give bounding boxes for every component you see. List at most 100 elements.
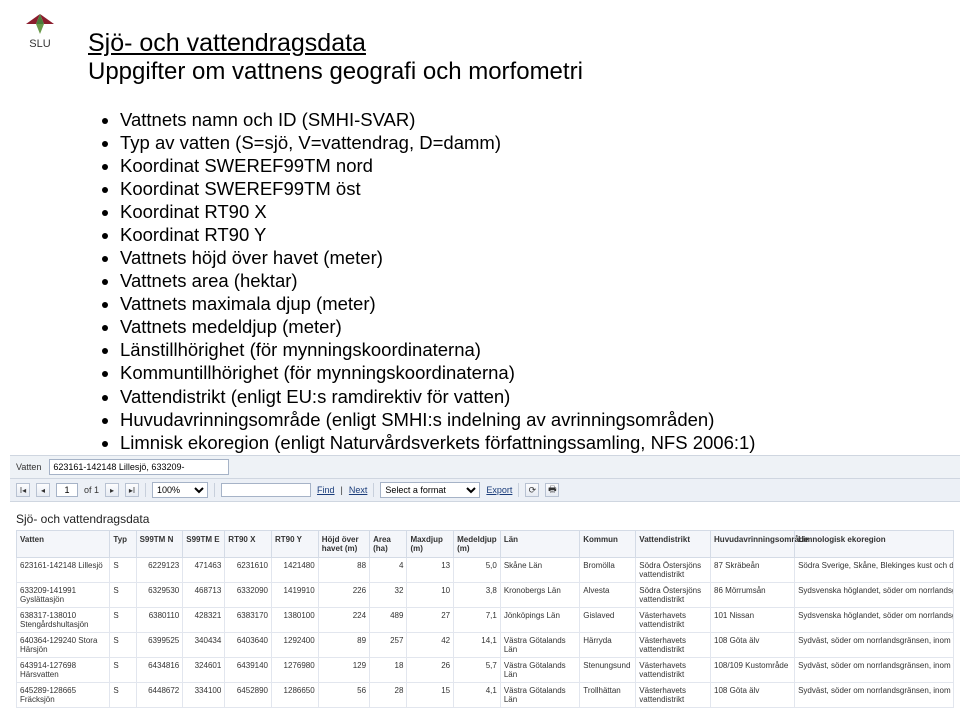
first-page-button[interactable]: I◂ — [16, 483, 30, 497]
table-cell: 86 Mörrumsån — [711, 583, 795, 608]
find-separator: | — [341, 485, 343, 495]
table-cell: 56 — [318, 683, 369, 708]
table-cell: 18 — [370, 658, 407, 683]
export-link[interactable]: Export — [486, 485, 512, 495]
table-cell: 89 — [318, 633, 369, 658]
filter-input[interactable] — [49, 459, 229, 475]
column-header: Vattendistrikt — [636, 531, 711, 558]
column-header: Maxdjup (m) — [407, 531, 454, 558]
column-header: Kommun — [580, 531, 636, 558]
table-cell: Kronobergs Län — [500, 583, 579, 608]
bullet-item: Kommuntillhörighet (för mynningskoordina… — [120, 362, 940, 385]
table-cell: 4 — [370, 558, 407, 583]
table-cell: 6231610 — [225, 558, 272, 583]
table-cell: S — [110, 633, 136, 658]
table-cell: 13 — [407, 558, 454, 583]
find-input[interactable] — [221, 483, 311, 497]
table-cell: 1421480 — [272, 558, 319, 583]
bullet-item: Koordinat RT90 X — [120, 201, 940, 224]
zoom-select[interactable]: 100% — [152, 482, 208, 498]
column-header: Län — [500, 531, 579, 558]
table-cell: 638317-138010 Stengårdshultasjön — [17, 608, 110, 633]
table-cell: 88 — [318, 558, 369, 583]
table-cell: 643914-127698 Härsvatten — [17, 658, 110, 683]
table-cell: Västra Götalands Län — [500, 633, 579, 658]
next-link[interactable]: Next — [349, 485, 368, 495]
table-cell: 6439140 — [225, 658, 272, 683]
column-header: Area (ha) — [370, 531, 407, 558]
table-cell: 101 Nissan — [711, 608, 795, 633]
table-cell: 87 Skräbeån — [711, 558, 795, 583]
table-cell: Västra Götalands Län — [500, 658, 579, 683]
table-cell: Västra Götalands Län — [500, 683, 579, 708]
table-cell: S — [110, 583, 136, 608]
table-cell: 32 — [370, 583, 407, 608]
table-cell: 324601 — [183, 658, 225, 683]
bullet-item: Koordinat RT90 Y — [120, 224, 940, 247]
page-subtitle: Uppgifter om vattnens geografi och morfo… — [88, 58, 940, 87]
table-cell: 6452890 — [225, 683, 272, 708]
table-cell: Alvesta — [580, 583, 636, 608]
column-header: Vatten — [17, 531, 110, 558]
table-cell: 3,8 — [454, 583, 501, 608]
bullet-item: Vattnets medeldjup (meter) — [120, 316, 940, 339]
refresh-icon[interactable]: ⟳ — [525, 483, 539, 497]
table-cell: 1419910 — [272, 583, 319, 608]
print-icon[interactable]: 🖶 — [545, 483, 559, 497]
report-toolbar: I◂ ◂ of 1 ▸ ▸I 100% Find | Next Select a… — [10, 479, 960, 502]
table-cell: 108 Göta älv — [711, 633, 795, 658]
table-cell: Jönköpings Län — [500, 608, 579, 633]
table-cell: Stenungsund — [580, 658, 636, 683]
bullet-list: Vattnets namn och ID (SMHI-SVAR)Typ av v… — [88, 109, 940, 454]
table-cell: 6448672 — [136, 683, 183, 708]
table-cell: Västerhavets vattendistrikt — [636, 633, 711, 658]
table-cell: 6229123 — [136, 558, 183, 583]
table-cell: 108 Göta älv — [711, 683, 795, 708]
table-cell: Sydväst, söder om norrlandsgränsen, inom… — [795, 683, 954, 708]
table-cell: 1286650 — [272, 683, 319, 708]
table-cell: Sydsvenska höglandet, söder om norrlands… — [795, 608, 954, 633]
bullet-item: Vattnets maximala djup (meter) — [120, 293, 940, 316]
table-cell: 468713 — [183, 583, 225, 608]
table-cell: Södra Östersjöns vattendistrikt — [636, 583, 711, 608]
table-cell: Sydväst, söder om norrlandsgränsen, inom… — [795, 658, 954, 683]
format-select[interactable]: Select a format — [380, 482, 480, 498]
page-input[interactable] — [56, 483, 78, 497]
bullet-item: Vattendistrikt (enligt EU:s ramdirektiv … — [120, 386, 940, 409]
table-cell: 6329530 — [136, 583, 183, 608]
data-table: VattenTypS99TM NS99TM ERT90 XRT90 YHöjd … — [16, 530, 954, 708]
table-cell: 14,1 — [454, 633, 501, 658]
table-cell: Trollhättan — [580, 683, 636, 708]
table-cell: 10 — [407, 583, 454, 608]
table-cell: Södra Sverige, Skåne, Blekinges kust och… — [795, 558, 954, 583]
bullet-item: Typ av vatten (S=sjö, V=vattendrag, D=da… — [120, 132, 940, 155]
table-row: 623161-142148 LillesjöS62291234714636231… — [17, 558, 954, 583]
prev-page-button[interactable]: ◂ — [36, 483, 50, 497]
table-cell: Södra Östersjöns vattendistrikt — [636, 558, 711, 583]
table-cell: 1380100 — [272, 608, 319, 633]
table-cell: 129 — [318, 658, 369, 683]
last-page-button[interactable]: ▸I — [125, 483, 139, 497]
column-header: Huvudavrinningsområde — [711, 531, 795, 558]
column-header: Typ — [110, 531, 136, 558]
table-cell: 7,1 — [454, 608, 501, 633]
table-cell: 1292400 — [272, 633, 319, 658]
column-header: Höjd över havet (m) — [318, 531, 369, 558]
bullet-item: Huvudavrinningsområde (enligt SMHI:s ind… — [120, 409, 940, 432]
table-row: 640364-129240 Stora HärsjönS639952534043… — [17, 633, 954, 658]
filter-row: Vatten — [10, 455, 960, 479]
report-section-title: Sjö- och vattendragsdata — [10, 502, 960, 530]
find-link[interactable]: Find — [317, 485, 335, 495]
table-row: 633209-141991 GyslättasjönS6329530468713… — [17, 583, 954, 608]
table-cell: 428321 — [183, 608, 225, 633]
table-row: 638317-138010 StengårdshultasjönS6380110… — [17, 608, 954, 633]
table-cell: 489 — [370, 608, 407, 633]
table-cell: S — [110, 658, 136, 683]
next-page-button[interactable]: ▸ — [105, 483, 119, 497]
table-cell: S — [110, 558, 136, 583]
column-header: S99TM E — [183, 531, 225, 558]
table-row: 645289-128665 FräcksjönS6448672334100645… — [17, 683, 954, 708]
table-cell: 640364-129240 Stora Härsjön — [17, 633, 110, 658]
table-cell: 340434 — [183, 633, 225, 658]
table-cell: 1276980 — [272, 658, 319, 683]
